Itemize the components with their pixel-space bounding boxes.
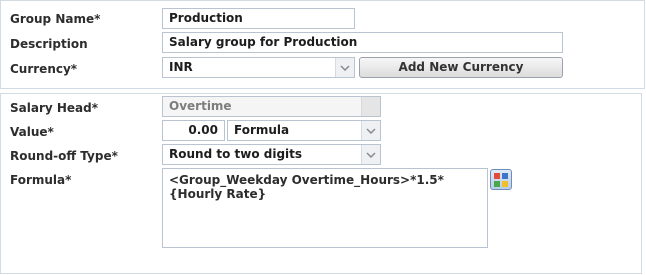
calculator-icon[interactable]: [490, 169, 512, 190]
value-type-value: Formula: [234, 123, 290, 137]
currency-select-value: INR: [169, 60, 193, 74]
calculator-key-icon: [494, 173, 500, 179]
roundoff-type-value: Round to two digits: [169, 147, 303, 161]
formula-textarea[interactable]: <Group_Weekday Overtime_Hours>*1.5*{Hour…: [162, 168, 488, 248]
calculator-key-icon: [502, 173, 508, 179]
currency-select[interactable]: INR: [162, 57, 355, 78]
calculator-key-icon: [502, 181, 508, 187]
roundoff-type-select[interactable]: Round to two digits: [162, 144, 381, 165]
calculator-key-icon: [494, 181, 500, 187]
group-details-panel: Group Name* Production Description Salar…: [0, 0, 645, 89]
value-amount-input[interactable]: 0.00: [162, 120, 225, 141]
description-input[interactable]: Salary group for Production: [162, 32, 563, 53]
add-new-currency-button[interactable]: Add New Currency: [359, 57, 563, 78]
salary-head-value: Overtime: [169, 99, 232, 113]
formula-label: Formula*: [10, 173, 72, 187]
chevron-down-icon: [361, 121, 380, 140]
description-label: Description: [10, 37, 88, 51]
salary-head-select: Overtime: [162, 96, 381, 117]
group-name-label: Group Name*: [10, 12, 101, 26]
chevron-down-icon: [361, 145, 380, 164]
salary-head-label: Salary Head*: [10, 101, 99, 115]
value-type-select[interactable]: Formula: [227, 120, 381, 141]
chevron-down-icon: [335, 58, 354, 77]
select-handle-icon: [361, 97, 380, 116]
salary-head-panel: Salary Head* Overtime Value* 0.00 Formul…: [0, 93, 642, 274]
value-label: Value*: [10, 125, 54, 139]
group-name-input[interactable]: Production: [162, 8, 355, 29]
currency-label: Currency*: [10, 62, 78, 76]
roundoff-type-label: Round-off Type*: [10, 149, 118, 163]
